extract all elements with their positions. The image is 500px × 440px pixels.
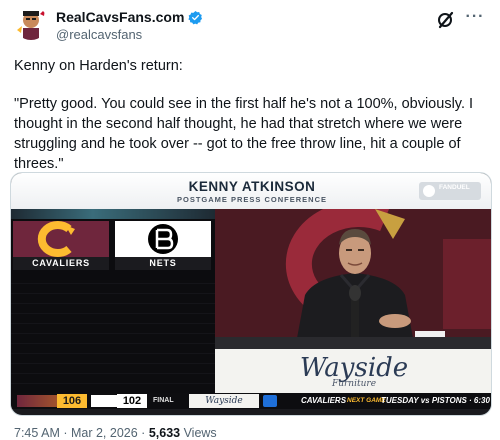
tweet-quote: "Pretty good. You could see in the first… — [14, 96, 474, 172]
views-label: Views — [180, 426, 217, 440]
fanduel-shield-icon — [263, 395, 277, 407]
shield-icon — [423, 185, 435, 197]
ticker-nets-logo — [91, 395, 117, 407]
video-media[interactable]: KENNY ATKINSON POSTGAME PRESS CONFERENCE… — [10, 172, 492, 416]
background-pattern — [11, 275, 215, 393]
grok-button[interactable] — [436, 10, 456, 30]
accent-strip — [11, 209, 215, 219]
handle[interactable]: @realcavsfans — [56, 27, 142, 42]
scoreboard-pane: CAVALIERS NETS — [11, 209, 215, 393]
score-ticker: 106 102 FINAL Wayside CAVALIERS NEXT GAM… — [11, 393, 491, 409]
more-options-button[interactable]: ··· — [464, 9, 486, 30]
speaker-figure — [295, 229, 491, 349]
ticker-nets-score: 102 — [117, 394, 147, 408]
sponsor-subtitle: Furniture — [331, 379, 377, 389]
grok-icon — [438, 11, 454, 29]
podium-desk — [215, 337, 491, 349]
press-conference-banner: KENNY ATKINSON POSTGAME PRESS CONFERENCE… — [11, 173, 491, 209]
ticker-cavaliers-score: 106 — [57, 394, 87, 408]
avatar[interactable] — [14, 6, 48, 40]
fanduel-logo-text: FANDUEL — [439, 184, 470, 191]
tweet-intro: Kenny on Harden's return: — [14, 58, 183, 74]
team-label-cavaliers: CAVALIERS — [13, 257, 109, 270]
views-count[interactable]: 5,633 — [149, 426, 180, 440]
name-row: RealCavsFans.com — [56, 9, 203, 25]
tweet-time[interactable]: 7:45 AM — [14, 426, 60, 440]
ticker-game-status: FINAL — [153, 397, 174, 404]
tweet-header: RealCavsFans.com @realcavsfans ··· — [14, 6, 486, 46]
verified-badge-icon — [188, 10, 203, 24]
meta-separator: · — [137, 426, 149, 440]
nets-ball-icon — [148, 224, 178, 254]
ticker-next-team: CAVALIERS — [301, 396, 347, 405]
meta-separator: · — [59, 426, 71, 440]
ticker-next-label: NEXT GAME — [347, 397, 386, 404]
tweet-date[interactable]: Mar 2, 2026 — [71, 426, 138, 440]
ticker-next-game: TUESDAY vs PISTONS · 6:30 — [381, 396, 490, 405]
sponsor-panel: Wayside Furniture — [215, 349, 491, 393]
ticker-sponsor: Wayside — [189, 394, 259, 408]
display-name[interactable]: RealCavsFans.com — [56, 9, 184, 25]
fanduel-logo: FANDUEL — [419, 182, 481, 200]
cavaliers-c-icon — [37, 221, 75, 257]
team-label-nets: NETS — [115, 257, 211, 270]
tweet-metadata: 7:45 AM · Mar 2, 2026 · 5,633 Views — [14, 426, 217, 440]
speaker-video-pane — [215, 209, 491, 349]
ticker-cavaliers-logo — [17, 395, 57, 407]
